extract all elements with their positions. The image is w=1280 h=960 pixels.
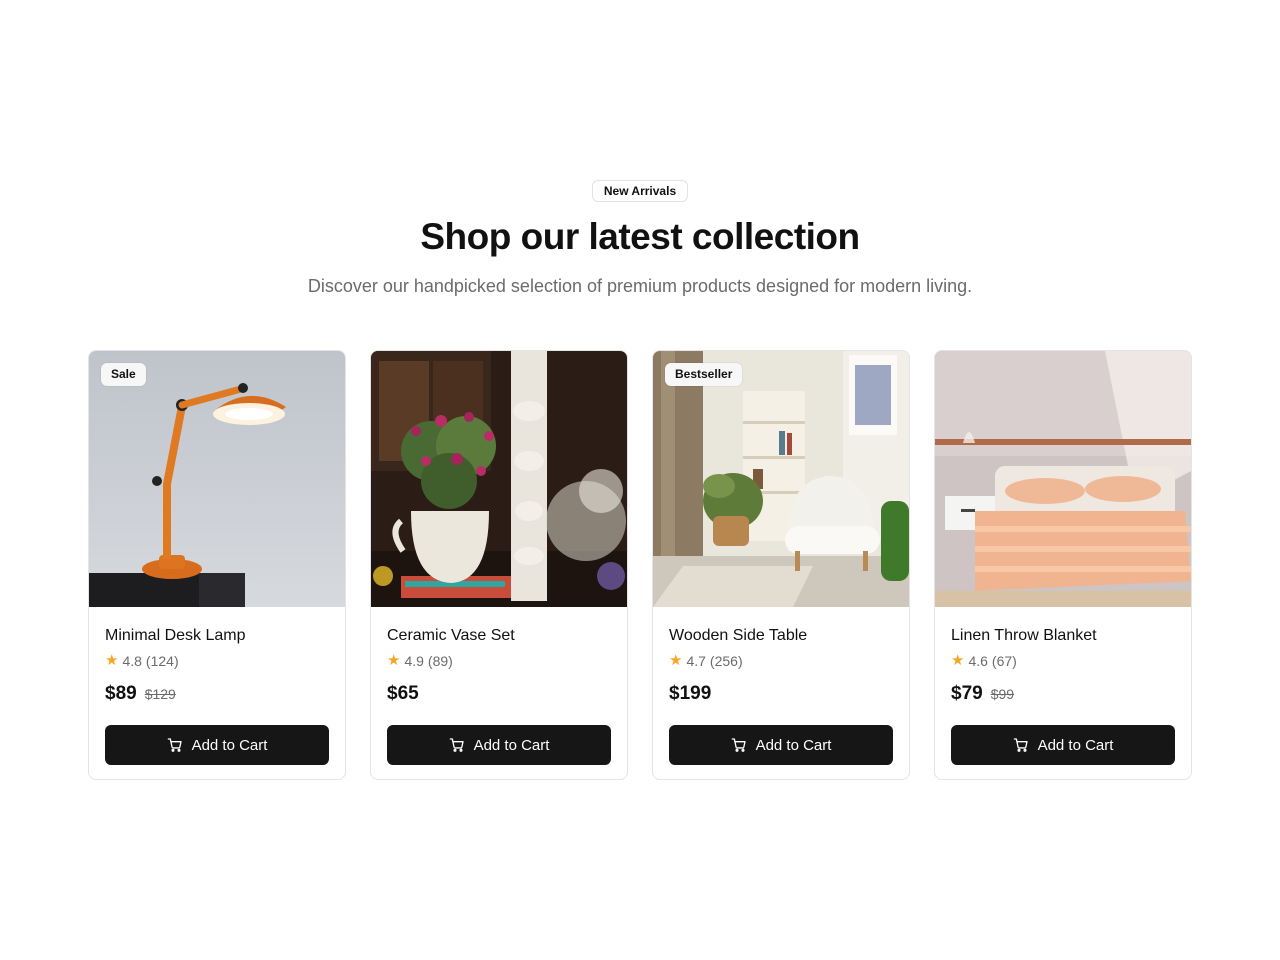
review-count: (67) bbox=[991, 653, 1017, 669]
product-card[interactable]: Linen Throw Blanket ★ 4.6 (67) $79 $99 A… bbox=[934, 350, 1192, 780]
cart-icon bbox=[1013, 738, 1028, 752]
product-name[interactable]: Ceramic Vase Set bbox=[387, 627, 611, 645]
product-grid: Sale Minimal Desk Lamp ★ 4.8 (124) $89 $… bbox=[88, 350, 1192, 780]
new-arrivals-badge: New Arrivals bbox=[592, 180, 688, 202]
product-section: New Arrivals Shop our latest collection … bbox=[0, 0, 1280, 960]
star-icon: ★ bbox=[669, 652, 683, 669]
product-rating: ★ 4.6 (67) bbox=[951, 652, 1175, 670]
bestseller-tag: Bestseller bbox=[665, 363, 743, 386]
add-to-cart-label: Add to Cart bbox=[473, 736, 550, 754]
add-to-cart-label: Add to Cart bbox=[1037, 736, 1114, 754]
rating-value: 4.8 bbox=[122, 653, 142, 669]
product-rating: ★ 4.8 (124) bbox=[105, 652, 329, 670]
product-name[interactable]: Minimal Desk Lamp bbox=[105, 627, 329, 645]
product-card[interactable]: Ceramic Vase Set ★ 4.9 (89) $65 Add to C… bbox=[370, 350, 628, 780]
current-price: $89 bbox=[105, 683, 137, 704]
current-price: $199 bbox=[669, 683, 712, 704]
star-icon: ★ bbox=[105, 652, 119, 669]
original-price: $129 bbox=[144, 686, 176, 702]
add-to-cart-button[interactable]: Add to Cart bbox=[105, 725, 329, 765]
review-count: (124) bbox=[145, 653, 179, 669]
cart-icon bbox=[449, 738, 464, 752]
rating-value: 4.6 bbox=[968, 653, 988, 669]
product-rating: ★ 4.7 (256) bbox=[669, 652, 893, 670]
section-title: Shop our latest collection bbox=[420, 216, 860, 257]
sale-tag: Sale bbox=[101, 363, 146, 386]
review-count: (89) bbox=[427, 653, 453, 669]
product-rating: ★ 4.9 (89) bbox=[387, 652, 611, 670]
product-image-vase[interactable] bbox=[371, 351, 627, 607]
review-count: (256) bbox=[709, 653, 743, 669]
product-card[interactable]: Bestseller Wooden Side Table ★ 4.7 (256)… bbox=[652, 350, 910, 780]
original-price: $99 bbox=[990, 686, 1015, 702]
product-name[interactable]: Linen Throw Blanket bbox=[951, 627, 1175, 645]
product-image-side-table[interactable]: Bestseller bbox=[653, 351, 909, 607]
product-image-desk-lamp[interactable]: Sale bbox=[89, 351, 345, 607]
add-to-cart-button[interactable]: Add to Cart bbox=[669, 725, 893, 765]
section-subtitle: Discover our handpicked selection of pre… bbox=[307, 276, 973, 296]
current-price: $79 bbox=[951, 683, 983, 704]
rating-value: 4.7 bbox=[686, 653, 706, 669]
cart-icon bbox=[731, 738, 746, 752]
current-price: $65 bbox=[387, 683, 419, 704]
star-icon: ★ bbox=[387, 652, 401, 669]
product-image-bedroom[interactable] bbox=[935, 351, 1191, 607]
add-to-cart-button[interactable]: Add to Cart bbox=[387, 725, 611, 765]
add-to-cart-button[interactable]: Add to Cart bbox=[951, 725, 1175, 765]
star-icon: ★ bbox=[951, 652, 965, 669]
cart-icon bbox=[167, 738, 182, 752]
product-prices: $89 $129 bbox=[105, 683, 329, 705]
product-prices: $65 bbox=[387, 683, 611, 705]
product-card[interactable]: Sale Minimal Desk Lamp ★ 4.8 (124) $89 $… bbox=[88, 350, 346, 780]
rating-value: 4.9 bbox=[404, 653, 424, 669]
product-name[interactable]: Wooden Side Table bbox=[669, 627, 893, 645]
product-prices: $79 $99 bbox=[951, 683, 1175, 705]
product-prices: $199 bbox=[669, 683, 893, 705]
add-to-cart-label: Add to Cart bbox=[755, 736, 832, 754]
add-to-cart-label: Add to Cart bbox=[191, 736, 268, 754]
